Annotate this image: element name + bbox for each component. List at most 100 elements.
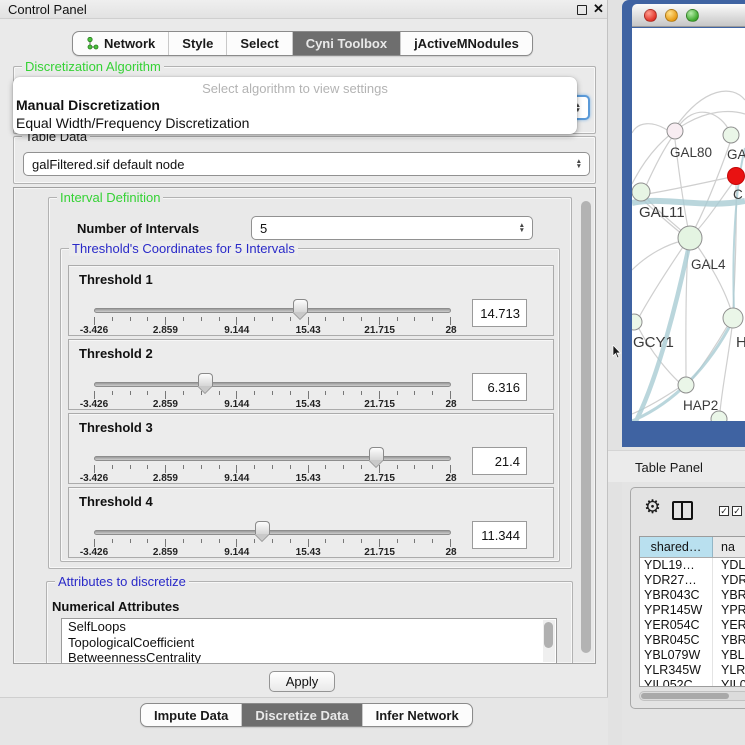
bottom-tab-bar: Impute Data Discretize Data Infer Networ…: [140, 703, 473, 727]
algorithm-option-manual[interactable]: Manual Discretization: [13, 96, 577, 114]
zoom-traffic-light-icon[interactable]: [686, 9, 699, 22]
attributes-group: Attributes to discretize Numerical Attri…: [46, 581, 573, 664]
threshold-4-slider-thumb[interactable]: [255, 521, 270, 534]
thresholds-group-title: Threshold's Coordinates for 5 Intervals: [69, 241, 298, 256]
list-item[interactable]: BetweennessCentrality: [62, 650, 556, 664]
cell: YLR345W: [640, 663, 713, 678]
node-hap2[interactable]: [678, 377, 694, 393]
scale-label: 28: [445, 325, 456, 336]
settings-panel-scrollbar[interactable]: [580, 193, 592, 660]
tab-discretize-data[interactable]: Discretize Data: [241, 704, 361, 726]
attributes-list-scrollbar[interactable]: [543, 620, 555, 662]
threshold-1-panel: Threshold 1 -3.426 2.859 9.144 15.43 21.…: [68, 265, 554, 336]
node-gal4[interactable]: [678, 226, 702, 250]
scrollbar-thumb[interactable]: [581, 201, 591, 653]
threshold-3-value-field[interactable]: 21.4: [472, 447, 527, 475]
column-header-shared-name[interactable]: shared…: [640, 537, 713, 557]
table-horizontal-scrollbar[interactable]: [639, 691, 745, 701]
threshold-4-slider-track[interactable]: [94, 530, 451, 535]
split-columns-icon[interactable]: [672, 501, 693, 520]
scale-label: -3.426: [80, 325, 108, 336]
tab-network-label: Network: [104, 36, 155, 51]
threshold-1-value-field[interactable]: 14.713: [472, 299, 527, 327]
tab-impute-data[interactable]: Impute Data: [141, 704, 241, 726]
scale-label: 28: [445, 399, 456, 410]
control-panel-titlebar: Control Panel ✕: [0, 0, 607, 19]
cell: YER0: [713, 618, 745, 633]
table-row[interactable]: YDL19…YDL1: [640, 558, 745, 573]
threshold-2-panel: Threshold 2 -3.426 2.859 9.144 15.43 21.…: [68, 339, 554, 410]
node-label-partial-top-right: GA: [727, 147, 745, 162]
table-row[interactable]: YBR043CYBR0: [640, 588, 745, 603]
table-row[interactable]: YIL052CYIL0: [640, 678, 745, 686]
node-label-partial-right: C: [733, 187, 743, 202]
node-top-right[interactable]: [723, 127, 739, 143]
table-row[interactable]: YLR345WYLR3: [640, 663, 745, 678]
threshold-2-slider-track[interactable]: [94, 382, 451, 387]
threshold-3-slider-thumb[interactable]: [369, 447, 384, 460]
threshold-1-slider-track[interactable]: [94, 308, 451, 313]
number-of-intervals-combobox[interactable]: 5 ▲▼: [251, 216, 533, 240]
number-of-intervals-value: 5: [260, 221, 267, 236]
discretization-algorithm-group-title: Discretization Algorithm: [22, 59, 164, 74]
checkbox-icon[interactable]: ✓: [732, 506, 742, 516]
numerical-attributes-list[interactable]: SelfLoops TopologicalCoefficient Between…: [61, 618, 557, 664]
node-label-partial-mid-right: H: [736, 334, 745, 351]
numerical-attributes-label: Numerical Attributes: [52, 599, 179, 614]
network-canvas[interactable]: GAL80 GA C GAL11 GAL4 GCY1 H HAP2: [632, 28, 745, 421]
node-gal80[interactable]: [667, 123, 683, 139]
tab-jactivemnodules[interactable]: jActiveMNodules: [400, 32, 532, 55]
thresholds-group: Threshold's Coordinates for 5 Intervals …: [60, 248, 560, 562]
list-item[interactable]: TopologicalCoefficient: [62, 635, 556, 651]
cell: YIL052C: [640, 678, 713, 686]
tab-style-label: Style: [182, 36, 213, 51]
network-graph: GAL80 GA C GAL11 GAL4 GCY1 H HAP2: [632, 28, 745, 421]
list-item[interactable]: SelfLoops: [62, 619, 556, 635]
node-right-mid[interactable]: [723, 308, 743, 328]
table-row[interactable]: YER054CYER0: [640, 618, 745, 633]
tab-style[interactable]: Style: [168, 32, 226, 55]
threshold-1-label: Threshold 1: [79, 272, 153, 287]
threshold-4-panel: Threshold 4 -3.426 2.859 9.144 15.43 21.…: [68, 487, 554, 558]
tab-network[interactable]: Network: [73, 32, 168, 55]
algorithm-dropdown-popup: Select algorithm to view settings Manual…: [13, 77, 577, 134]
close-icon[interactable]: ✕: [593, 1, 604, 17]
scale-label: 21.715: [364, 547, 395, 558]
threshold-4-label: Threshold 4: [79, 494, 153, 509]
column-header-name[interactable]: na: [713, 537, 745, 557]
minimize-traffic-light-icon[interactable]: [665, 9, 678, 22]
scale-label: 28: [445, 473, 456, 484]
node-selected-red[interactable]: [728, 168, 745, 185]
algorithm-option-equal-width[interactable]: Equal Width/Frequency Discretization: [13, 114, 577, 132]
top-tab-bar: Network Style Select Cyni Toolbox jActiv…: [72, 31, 533, 56]
tab-select[interactable]: Select: [226, 32, 291, 55]
scrollbar-thumb[interactable]: [641, 693, 729, 699]
tab-cyni-toolbox[interactable]: Cyni Toolbox: [292, 32, 400, 55]
float-window-icon[interactable]: [577, 5, 587, 15]
threshold-3-slider-track[interactable]: [94, 456, 451, 461]
threshold-4-scale-labels: -3.426 2.859 9.144 15.43 21.715 28: [94, 547, 451, 558]
table-row[interactable]: YDR27…YDR2: [640, 573, 745, 588]
node-gcy1[interactable]: [632, 314, 642, 330]
threshold-4-value-field[interactable]: 11.344: [472, 521, 527, 549]
cell: YBL079W: [640, 648, 713, 663]
network-icon: [86, 37, 99, 50]
apply-button[interactable]: Apply: [269, 671, 335, 692]
node-gal11[interactable]: [632, 183, 650, 201]
scale-label: 2.859: [153, 547, 178, 558]
network-window: GAL80 GA C GAL11 GAL4 GCY1 H HAP2: [622, 0, 745, 447]
threshold-2-value-field[interactable]: 6.316: [472, 373, 527, 401]
table-row[interactable]: YPR145WYPR1: [640, 603, 745, 618]
table-row[interactable]: YBL079WYBL0: [640, 648, 745, 663]
tab-infer-network[interactable]: Infer Network: [362, 704, 472, 726]
table-row[interactable]: YBR045CYBR0: [640, 633, 745, 648]
table-data-combobox[interactable]: galFiltered.sif default node ▲▼: [23, 152, 590, 176]
node-table: shared… na YDL19…YDL1 YDR27…YDR2 YBR043C…: [639, 536, 745, 687]
threshold-2-slider-thumb[interactable]: [198, 373, 213, 386]
threshold-1-slider-thumb[interactable]: [293, 299, 308, 312]
cell: YDR27…: [640, 573, 713, 588]
gear-icon[interactable]: ⚙: [644, 496, 661, 519]
settings-scroll-panel: Interval Definition Number of Intervals …: [13, 187, 596, 664]
close-traffic-light-icon[interactable]: [644, 9, 657, 22]
checkbox-icon[interactable]: ✓: [719, 506, 729, 516]
